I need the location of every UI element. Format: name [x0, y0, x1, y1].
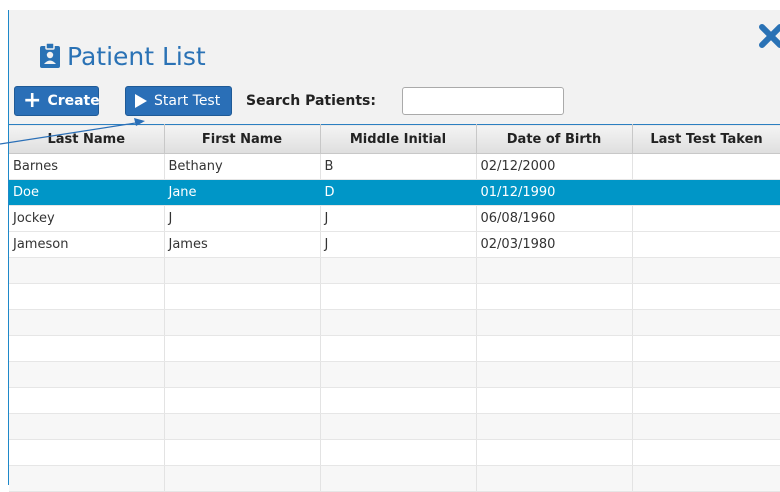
empty-row — [9, 361, 780, 388]
empty-row — [9, 309, 780, 336]
page-title: Patient List — [67, 41, 206, 71]
patient-table: Last Name First Name Middle Initial Date… — [9, 124, 780, 492]
start-test-button[interactable]: Start Test — [125, 86, 232, 116]
table-row[interactable]: Jockey J J 06/08/1960 — [9, 205, 780, 232]
table-header-row: Last Name First Name Middle Initial Date… — [9, 124, 780, 154]
dialog-title-bar: Patient List — [39, 38, 206, 74]
table-row-selected[interactable]: Doe Jane D 01/12/1990 — [9, 179, 780, 206]
empty-row — [9, 387, 780, 414]
cell-middle-initial: J — [320, 231, 477, 258]
toolbar: + Create Start Test Search Patients: — [14, 85, 564, 117]
cell-last-test-taken — [632, 153, 780, 180]
create-button-label: Create — [47, 93, 100, 109]
cell-first-name: J — [164, 205, 321, 232]
cell-date-of-birth: 02/03/1980 — [476, 231, 633, 258]
empty-row — [9, 283, 780, 310]
cell-last-test-taken — [632, 231, 780, 258]
search-label: Search Patients: — [246, 93, 376, 109]
empty-row — [9, 335, 780, 362]
cell-date-of-birth: 06/08/1960 — [476, 205, 633, 232]
empty-row — [9, 413, 780, 440]
close-icon[interactable] — [757, 22, 780, 50]
column-header-last-test-taken[interactable]: Last Test Taken — [632, 124, 780, 154]
cell-middle-initial: B — [320, 153, 477, 180]
table-row[interactable]: Jameson James J 02/03/1980 — [9, 231, 780, 258]
cell-middle-initial: J — [320, 205, 477, 232]
cell-date-of-birth: 02/12/2000 — [476, 153, 633, 180]
cell-middle-initial: D — [320, 179, 477, 206]
cell-last-name: Jameson — [9, 231, 165, 258]
empty-row — [9, 465, 780, 492]
cell-date-of-birth: 01/12/1990 — [476, 179, 633, 206]
cell-last-name: Jockey — [9, 205, 165, 232]
clipboard-id-icon — [40, 43, 60, 68]
search-input[interactable] — [401, 87, 564, 115]
empty-row — [9, 257, 780, 284]
empty-row — [9, 439, 780, 466]
plus-icon: + — [23, 88, 42, 113]
column-header-first-name[interactable]: First Name — [164, 124, 321, 154]
column-header-date-of-birth[interactable]: Date of Birth — [476, 124, 633, 154]
cell-first-name: Bethany — [164, 153, 321, 180]
create-button[interactable]: + Create — [14, 86, 100, 116]
column-header-middle-initial[interactable]: Middle Initial — [320, 124, 477, 154]
cell-last-test-taken — [632, 205, 780, 232]
table-row[interactable]: Barnes Bethany B 02/12/2000 — [9, 153, 780, 180]
start-test-button-label: Start Test — [154, 93, 221, 109]
play-icon — [135, 94, 147, 108]
patient-list-dialog: Patient List + Create Start Test Search … — [8, 10, 780, 492]
cell-first-name: Jane — [164, 179, 321, 206]
cell-last-test-taken — [632, 179, 780, 206]
cell-first-name: James — [164, 231, 321, 258]
cell-last-name: Doe — [9, 179, 165, 206]
column-header-last-name[interactable]: Last Name — [9, 124, 165, 154]
cell-last-name: Barnes — [9, 153, 165, 180]
